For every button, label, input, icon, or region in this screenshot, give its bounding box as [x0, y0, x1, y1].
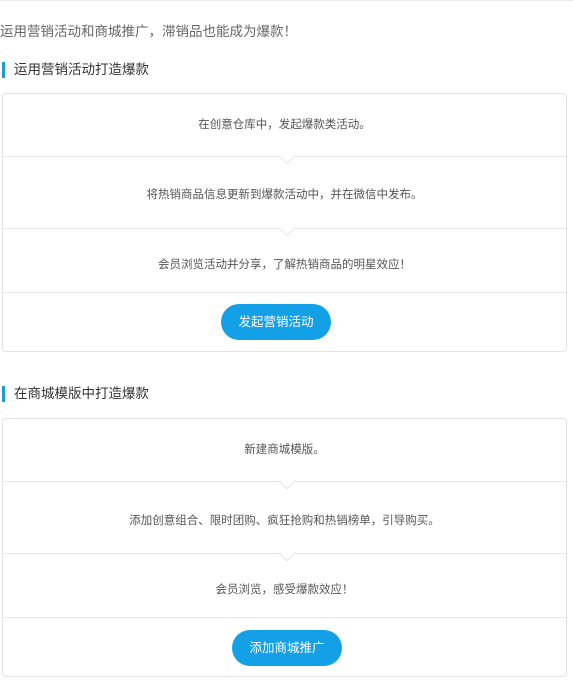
down-arrow-icon	[278, 147, 296, 165]
marketing-step-2: 将热销商品信息更新到爆款活动中，并在微信中发布。	[146, 187, 423, 201]
section-title-mall: 在商城模版中打造爆款	[0, 386, 149, 402]
add-mall-promotion-button[interactable]: 添加商城推广	[232, 630, 342, 666]
mall-steps-card: 新建商城模版。 添加创意组合、限时团购、疯狂抢购和热销榜单，引导购买。 会员浏览…	[2, 418, 567, 677]
mall-step-3: 会员浏览，感受爆款效应！	[215, 582, 354, 596]
top-divider	[0, 0, 573, 1]
section-title-marketing: 运用营销活动打造爆款	[0, 62, 149, 78]
mall-step-1: 新建商城模版。	[244, 442, 325, 456]
down-arrow-icon	[278, 219, 296, 237]
launch-marketing-button[interactable]: 发起营销活动	[221, 304, 331, 340]
intro-text: 运用营销活动和商城推广，滞销品也能成为爆款！	[0, 24, 297, 40]
marketing-step-1: 在创意仓库中，发起爆款类活动。	[198, 117, 371, 131]
step-divider	[3, 617, 566, 618]
mall-step-2: 添加创意组合、限时团购、疯狂抢购和热销榜单，引导购买。	[129, 513, 440, 527]
marketing-steps-card: 在创意仓库中，发起爆款类活动。 将热销商品信息更新到爆款活动中，并在微信中发布。…	[2, 93, 567, 352]
down-arrow-icon	[278, 544, 296, 562]
step-divider	[3, 292, 566, 293]
marketing-step-3: 会员浏览活动并分享，了解热销商品的明星效应！	[158, 257, 411, 271]
down-arrow-icon	[278, 472, 296, 490]
